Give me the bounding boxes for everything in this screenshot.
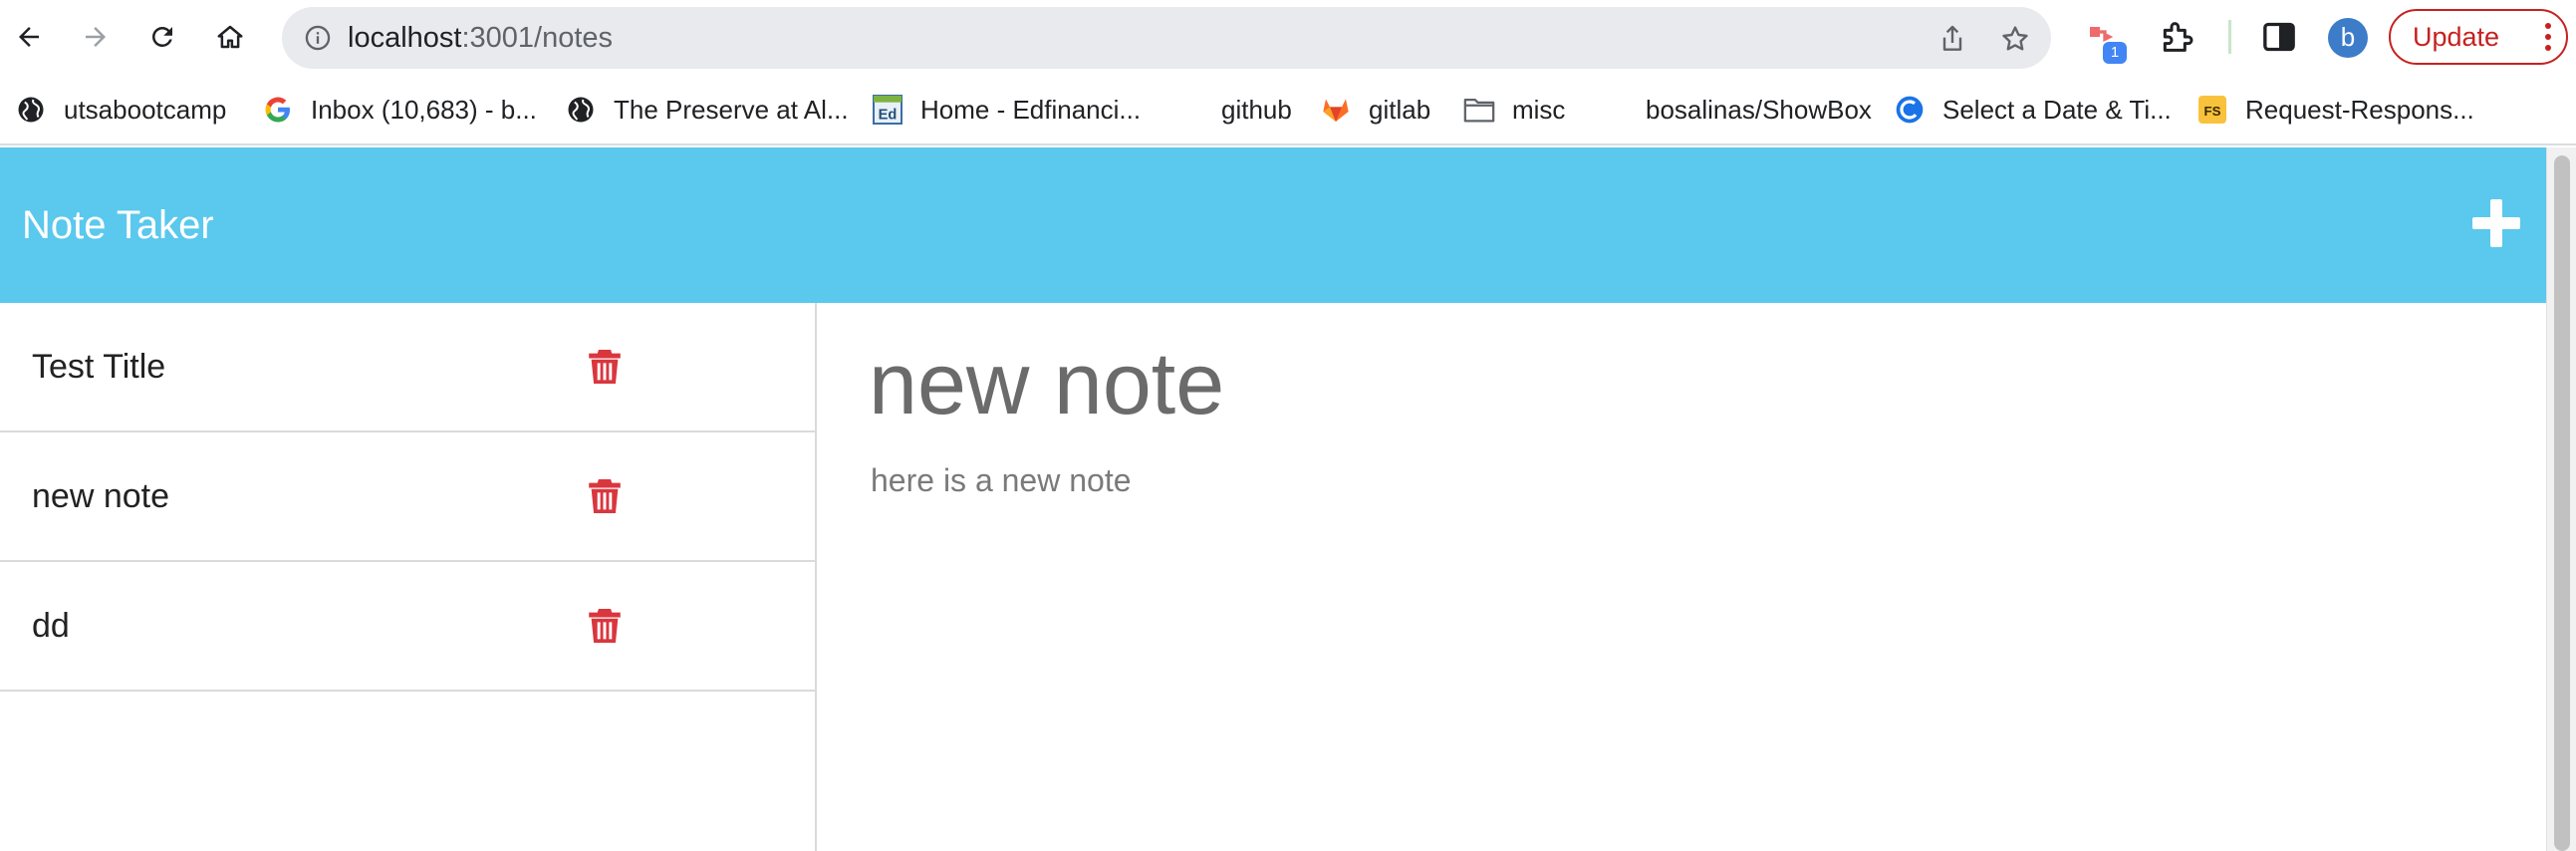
home-icon: [217, 25, 243, 49]
bookmark-label: gitlab: [1369, 94, 1431, 125]
fs-icon: FS: [2195, 93, 2229, 127]
note-title[interactable]: new note: [32, 432, 169, 560]
side-panel-icon[interactable]: [2259, 17, 2299, 57]
bookmarks-bar: utsabootcamp Inbox (10,683) - b... The P…: [0, 76, 2576, 145]
profile-avatar[interactable]: b: [2328, 18, 2368, 58]
bookmark-label: bosalinas/ShowBox: [1646, 94, 1872, 125]
trash-icon[interactable]: [588, 347, 622, 387]
bookmark-label: misc: [1512, 94, 1566, 125]
note-title-input[interactable]: new note: [869, 333, 1224, 434]
extension-badge: 1: [2103, 42, 2127, 64]
scrollbar-thumb[interactable]: [2554, 155, 2570, 851]
globe-icon: [14, 93, 48, 127]
info-icon[interactable]: [304, 24, 332, 52]
puzzle-icon[interactable]: [2157, 17, 2196, 57]
trash-icon[interactable]: [588, 606, 622, 646]
browser-toolbar: localhost:3001/notes 1 b Update: [0, 0, 2576, 76]
address-bar[interactable]: localhost:3001/notes: [282, 7, 2051, 69]
bookmark-preserve[interactable]: The Preserve at Al...: [564, 90, 849, 130]
bookmark-gitlab[interactable]: gitlab: [1319, 90, 1430, 130]
svg-text:FS: FS: [2203, 104, 2220, 119]
gitlab-icon: [1319, 93, 1353, 127]
bookmark-label: Select a Date & Ti...: [1942, 94, 2172, 125]
arrow-left-icon: [19, 27, 39, 47]
trash-icon[interactable]: [588, 476, 622, 516]
bookmark-showbox[interactable]: bosalinas/ShowBox: [1596, 90, 1872, 130]
list-item[interactable]: dd: [0, 562, 815, 692]
google-icon: [261, 93, 295, 127]
calendly-icon: [1893, 93, 1927, 127]
reload-icon: [152, 26, 172, 47]
share-icon[interactable]: [1936, 23, 1968, 55]
new-note-plus-icon[interactable]: [2468, 195, 2524, 251]
list-item[interactable]: Test Title: [0, 303, 815, 432]
bookmark-misc[interactable]: misc: [1462, 90, 1565, 130]
bookmark-edfinancial[interactable]: Ed Home - Edfinanci...: [871, 90, 1141, 130]
blank-favicon-icon: [1171, 93, 1205, 127]
bookmark-label: utsabootcamp: [64, 94, 227, 125]
reload-button[interactable]: [139, 14, 185, 60]
globe-icon: [564, 93, 598, 127]
toolbar-divider: [2228, 20, 2231, 54]
note-text-area[interactable]: here is a new note: [871, 462, 1132, 499]
bookmark-label: The Preserve at Al...: [614, 94, 849, 125]
page-scrollbar[interactable]: [2546, 147, 2576, 851]
app-title[interactable]: Note Taker: [22, 147, 214, 303]
bookmark-label: Home - Edfinanci...: [920, 94, 1142, 125]
note-editor: new note here is a new note: [819, 303, 2546, 851]
url-text[interactable]: localhost:3001/notes: [348, 7, 613, 69]
bookmark-label: github: [1221, 94, 1292, 125]
bookmark-label: Inbox (10,683) - b...: [311, 94, 537, 125]
update-button[interactable]: Update: [2389, 9, 2568, 65]
url-path: :3001/notes: [461, 22, 614, 54]
blank-favicon-icon: [1596, 93, 1630, 127]
forward-button[interactable]: [73, 14, 119, 60]
svg-text:Ed: Ed: [879, 107, 898, 123]
more-menu-icon[interactable]: [2544, 23, 2552, 51]
arrow-right-icon: [86, 27, 106, 47]
url-host: localhost: [348, 22, 462, 54]
note-title[interactable]: Test Title: [32, 303, 165, 430]
bookmark-utsabootcamp[interactable]: utsabootcamp: [14, 90, 226, 130]
bookmark-github[interactable]: github: [1171, 90, 1292, 130]
notes-list: Test Title new note dd: [0, 303, 817, 851]
back-button[interactable]: [6, 14, 52, 60]
folder-icon: [1462, 93, 1496, 127]
bookmark-inbox[interactable]: Inbox (10,683) - b...: [261, 90, 537, 130]
star-icon[interactable]: [1999, 23, 2031, 55]
home-button[interactable]: [207, 14, 253, 60]
note-title[interactable]: dd: [32, 562, 70, 690]
list-item[interactable]: new note: [0, 432, 815, 562]
update-label: Update: [2413, 22, 2500, 52]
bookmark-label: Request-Respons...: [2245, 94, 2474, 125]
bookmark-calendly[interactable]: Select a Date & Ti...: [1893, 90, 2172, 130]
ed-icon: Ed: [871, 93, 904, 127]
app-header: Note Taker: [0, 147, 2546, 303]
bookmark-request-response[interactable]: FS Request-Respons...: [2195, 90, 2474, 130]
